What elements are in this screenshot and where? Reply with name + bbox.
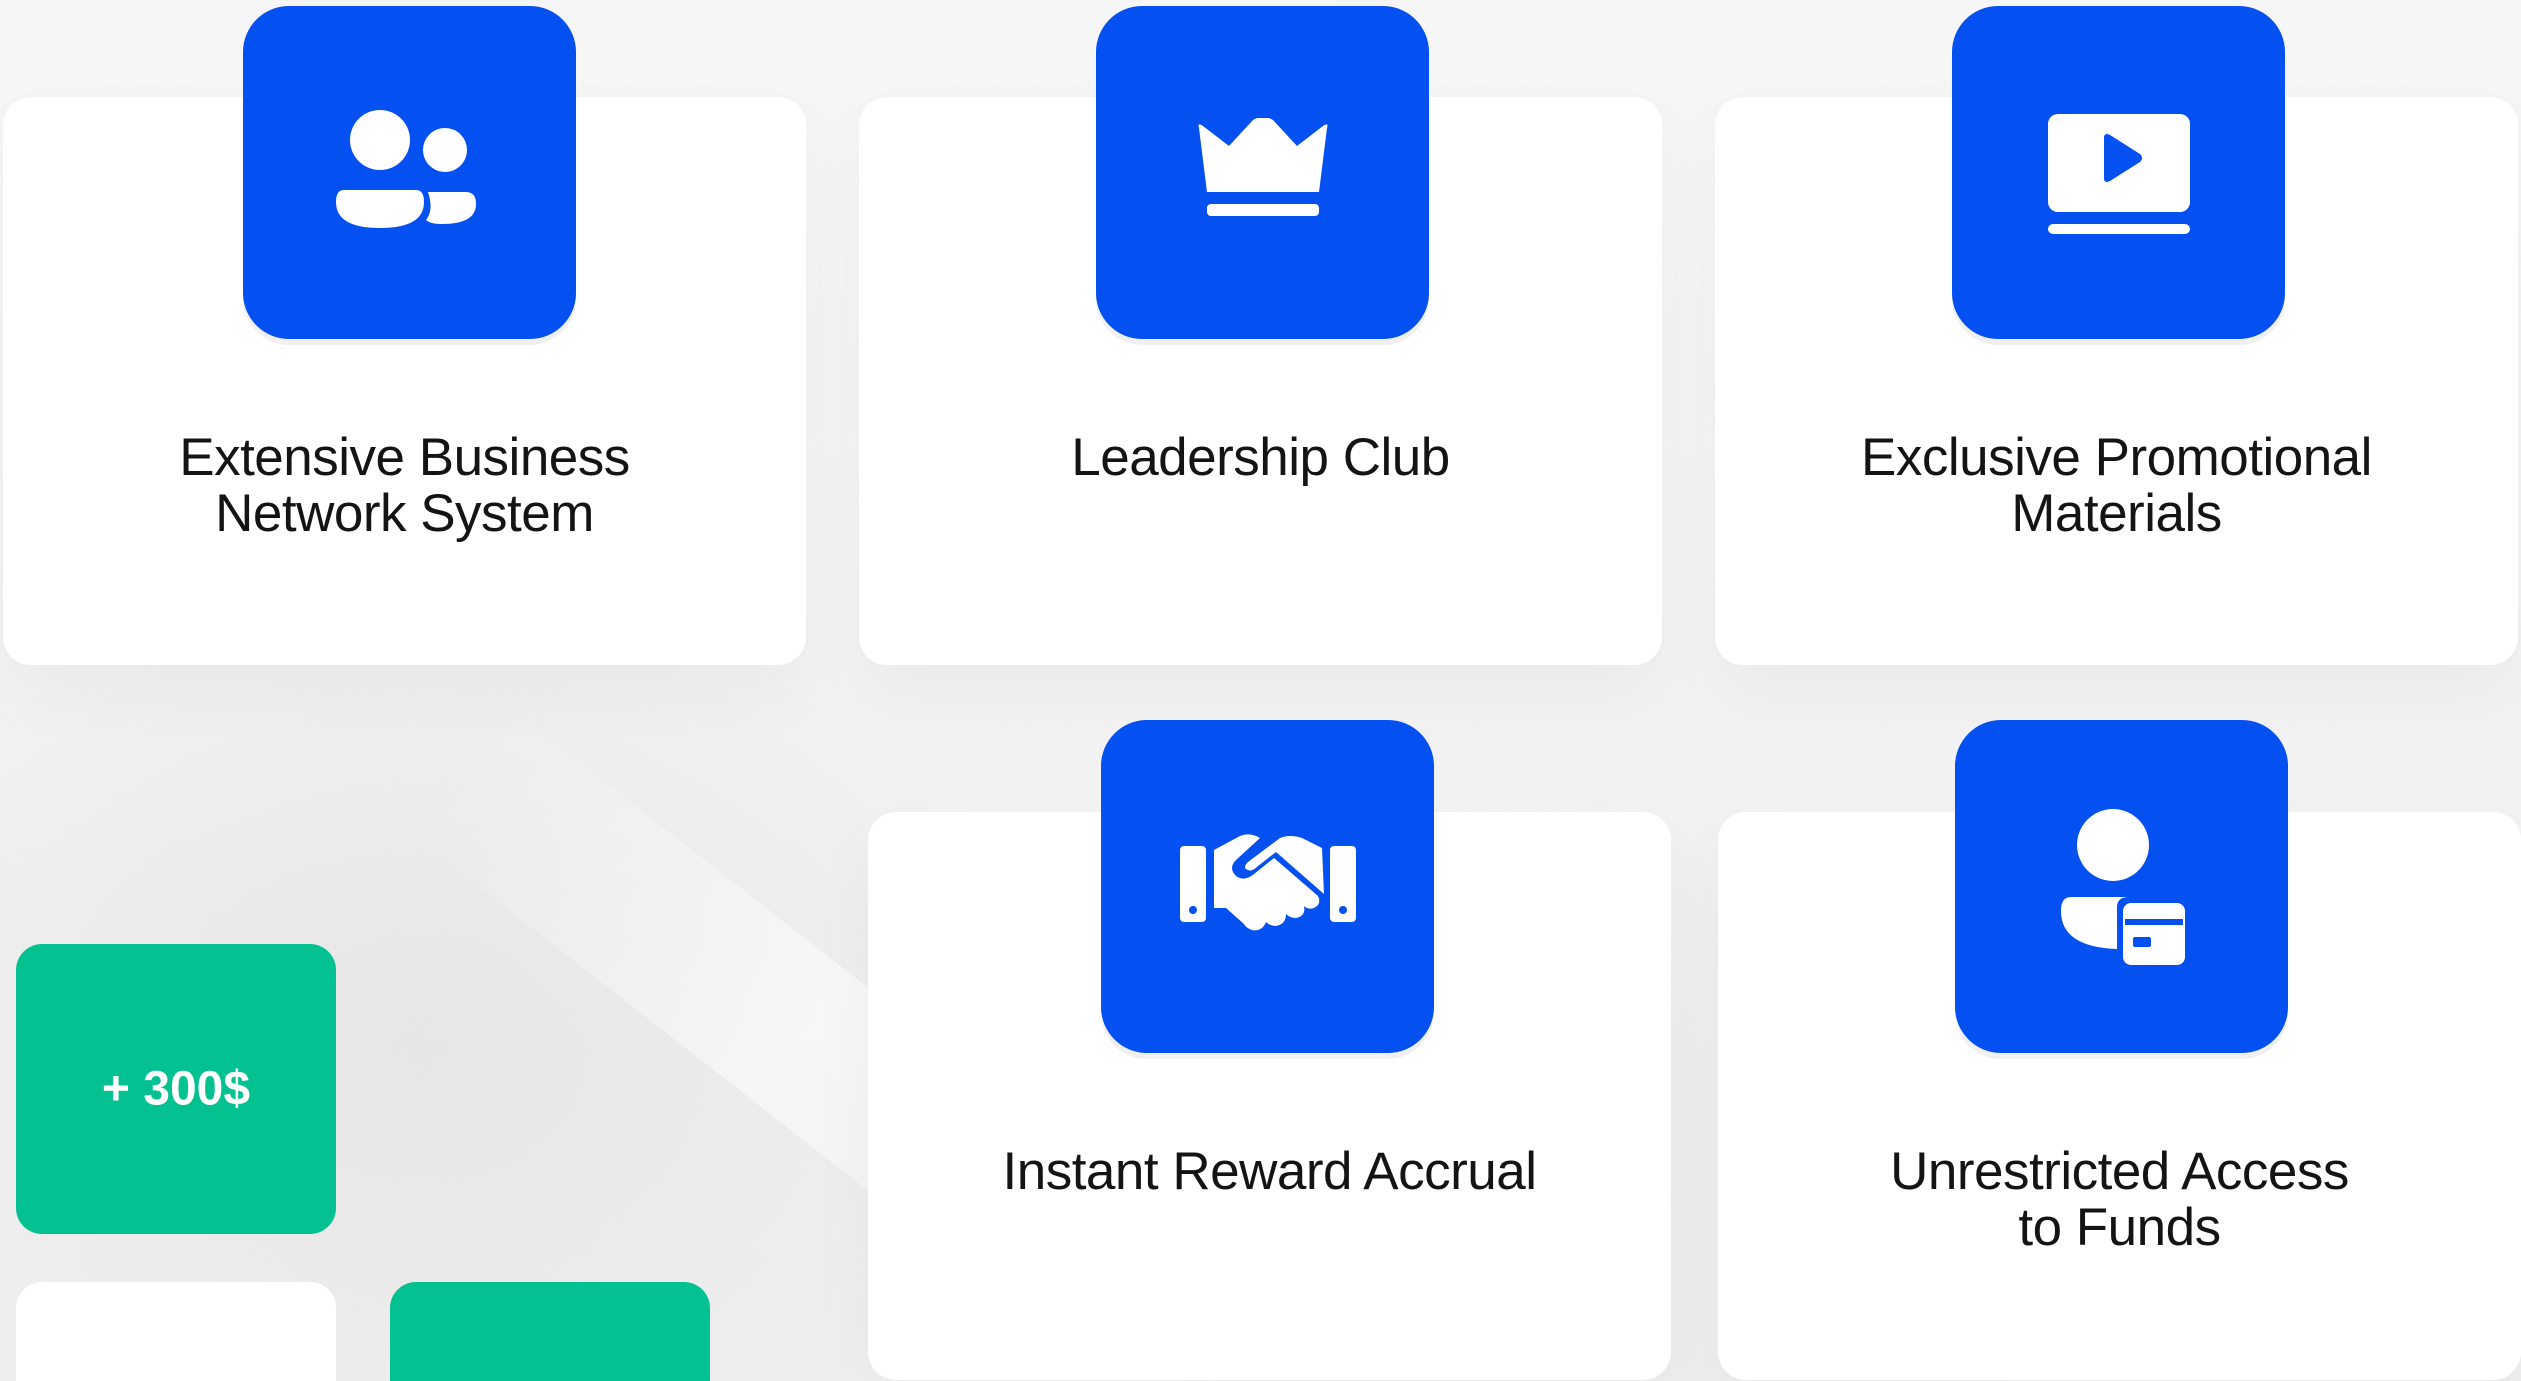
placeholder-tile-green [390, 1282, 710, 1381]
users-icon [330, 108, 490, 238]
placeholder-tile-white [16, 1282, 336, 1381]
feature-tile-funds [1955, 720, 2288, 1053]
feature-title-leadership: Leadership Club [1071, 428, 1450, 487]
user-card-icon [2057, 807, 2187, 967]
handshake-icon [1178, 832, 1358, 942]
video-icon [2044, 108, 2194, 238]
feature-title-funds: Unrestricted Access to Funds [1890, 1142, 2349, 1257]
feature-title-network: Extensive Business Network System [179, 428, 630, 543]
bonus-tile: + 300$ [16, 944, 336, 1234]
crown-icon [1193, 117, 1333, 228]
feature-tile-promo [1952, 6, 2285, 339]
feature-title-reward: Instant Reward Accrual [1002, 1142, 1537, 1201]
feature-title-promo: Exclusive Promotional Materials [1861, 428, 2372, 543]
bonus-amount: + 300$ [101, 1062, 251, 1116]
feature-tile-network [243, 6, 576, 339]
feature-tile-reward [1101, 720, 1434, 1053]
feature-tile-leadership [1096, 6, 1429, 339]
